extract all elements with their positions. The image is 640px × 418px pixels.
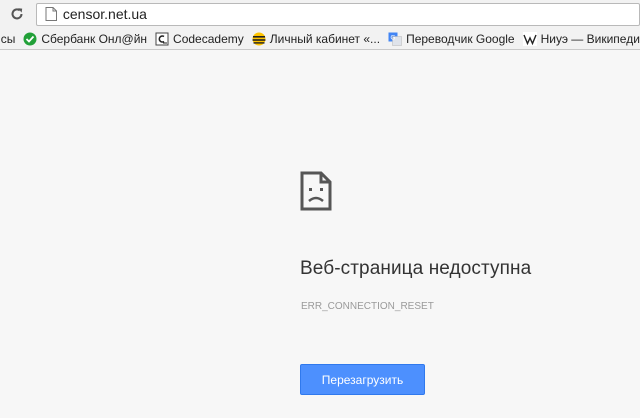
address-bar[interactable]: censor.net.ua bbox=[35, 2, 640, 26]
browser-toolbar: censor.net.ua bbox=[0, 0, 640, 28]
error-title: Веб-страница недоступна bbox=[300, 258, 532, 279]
bookmark-item[interactable]: Codecademy bbox=[151, 29, 248, 49]
error-page: Веб-страница недоступна ERR_CONNECTION_R… bbox=[0, 51, 640, 418]
bookmark-label: Ниуэ — Википедия bbox=[540, 31, 640, 46]
svg-text:G: G bbox=[390, 33, 395, 41]
bookmark-item[interactable]: G Переводчик Google bbox=[384, 29, 519, 49]
bookmark-item[interactable]: Сбербанк Онл@йн bbox=[19, 29, 151, 49]
bookmark-label: Личный кабинет «... bbox=[269, 31, 381, 46]
sad-page-icon bbox=[300, 171, 332, 211]
reload-button[interactable]: Перезагрузить bbox=[300, 364, 425, 395]
beeline-icon bbox=[252, 32, 266, 46]
reload-icon[interactable] bbox=[6, 3, 28, 25]
google-translate-icon: G bbox=[388, 32, 402, 46]
bookmark-label: Codecademy bbox=[173, 31, 244, 46]
bookmark-label: исы bbox=[0, 31, 16, 46]
page-icon bbox=[43, 6, 59, 22]
bookmark-item[interactable]: Ниуэ — Википедия bbox=[519, 29, 640, 49]
address-bar-url[interactable]: censor.net.ua bbox=[63, 6, 147, 22]
codecademy-icon bbox=[155, 32, 169, 46]
error-code: ERR_CONNECTION_RESET bbox=[301, 301, 434, 312]
bookmark-label: Сбербанк Онл@йн bbox=[41, 31, 148, 46]
sberbank-icon bbox=[23, 32, 37, 46]
bookmark-item[interactable]: исы bbox=[0, 29, 19, 49]
bookmarks-bar: исы Сбербанк Онл@йн Codecademy bbox=[0, 28, 640, 50]
wikipedia-icon bbox=[522, 31, 537, 46]
bookmark-label: Переводчик Google bbox=[406, 31, 515, 46]
bookmark-item[interactable]: Личный кабинет «... bbox=[248, 29, 384, 49]
